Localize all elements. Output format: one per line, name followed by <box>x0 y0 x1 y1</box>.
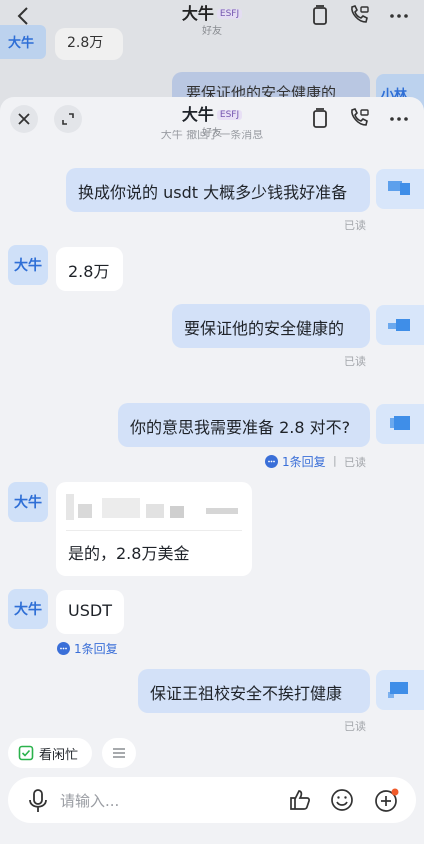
check-box-icon <box>18 745 34 761</box>
mbti-tag: ESFJ <box>216 110 243 120</box>
quoted-message-blurred <box>66 494 246 522</box>
add-plus-icon[interactable] <box>374 787 400 813</box>
background-title: 大牛 <box>181 4 214 23</box>
sheet-header: 大牛 ESFJ 好友 大牛 撤回了一条消息 <box>0 97 424 145</box>
read-status: 已读 <box>344 219 366 232</box>
read-status: 已读 <box>344 355 366 368</box>
separator: | <box>333 454 337 467</box>
message-text: 要保证他的安全健康的 <box>184 319 345 338</box>
background-mbti-tag: ESFJ <box>216 9 243 19</box>
background-avatar-left: 大牛 <box>0 25 46 59</box>
thread-replies-label: 1条回复 <box>74 642 118 656</box>
message-text: 保证王祖校安全不挨打健康 <box>150 684 343 703</box>
background-phone-icon[interactable] <box>348 4 370 26</box>
message-text: USDT <box>68 601 112 620</box>
background-message-left: 2.8万 <box>55 28 123 60</box>
quick-menu-button[interactable] <box>102 738 136 768</box>
chat-sheet: 大牛 ESFJ 好友 大牛 撤回了一条消息 换成你说的 usdt 大概多少钱我好准… <box>0 97 424 844</box>
emoji-icon[interactable] <box>330 788 354 812</box>
thread-replies-link[interactable]: 1条回复 <box>57 640 118 657</box>
more-icon[interactable] <box>388 107 410 129</box>
message-bubble-outgoing[interactable]: 你的意思我需要准备 2.8 对不? <box>118 403 370 447</box>
message-bubble-incoming[interactable]: USDT <box>56 590 124 634</box>
contact-avatar[interactable]: 大牛 <box>8 482 48 522</box>
microphone-icon[interactable] <box>28 789 48 813</box>
background-clipboard-icon[interactable] <box>310 4 330 26</box>
message-input-bar[interactable]: 请输入... <box>8 777 416 823</box>
chat-title: 大牛 <box>181 105 214 124</box>
phone-icon[interactable] <box>348 107 370 129</box>
message-bubble-outgoing[interactable]: 要保证他的安全健康的 <box>172 304 370 348</box>
reply-bubble-icon <box>265 455 278 468</box>
thumbs-up-icon[interactable] <box>288 788 312 812</box>
busy-status-chip[interactable]: 看闲忙 <box>8 738 92 768</box>
reply-bubble-icon <box>57 642 70 655</box>
message-bubble-outgoing[interactable]: 换成你说的 usdt 大概多少钱我好准备 <box>66 168 370 212</box>
my-avatar[interactable] <box>376 404 424 444</box>
message-text: 你的意思我需要准备 2.8 对不? <box>130 418 351 437</box>
message-input-placeholder[interactable]: 请输入... <box>60 790 119 811</box>
clipboard-icon[interactable] <box>310 107 330 129</box>
message-text: 换成你说的 usdt 大概多少钱我好准备 <box>78 183 348 202</box>
message-bubble-outgoing[interactable]: 保证王祖校安全不挨打健康 <box>138 669 370 713</box>
thread-replies-label: 1条回复 <box>282 455 326 469</box>
message-text: 是的，2.8万美金 <box>68 544 190 563</box>
read-status: 已读 <box>344 456 366 469</box>
my-avatar[interactable] <box>376 670 424 710</box>
message-bubble-incoming-reply[interactable]: 是的，2.8万美金 <box>56 482 252 576</box>
contact-avatar[interactable]: 大牛 <box>8 589 48 629</box>
thread-replies-link[interactable]: 1条回复 <box>265 453 326 470</box>
contact-avatar[interactable]: 大牛 <box>8 245 48 285</box>
background-more-icon[interactable] <box>388 4 410 26</box>
busy-status-label: 看闲忙 <box>39 747 79 763</box>
recall-notice: 大牛 撤回了一条消息 <box>160 130 264 140</box>
message-bubble-incoming[interactable]: 2.8万 <box>56 247 123 291</box>
my-avatar[interactable] <box>376 305 424 345</box>
my-avatar[interactable] <box>376 169 424 209</box>
menu-icon <box>113 748 125 758</box>
read-status: 已读 <box>344 720 366 733</box>
message-text: 2.8万 <box>68 262 110 281</box>
